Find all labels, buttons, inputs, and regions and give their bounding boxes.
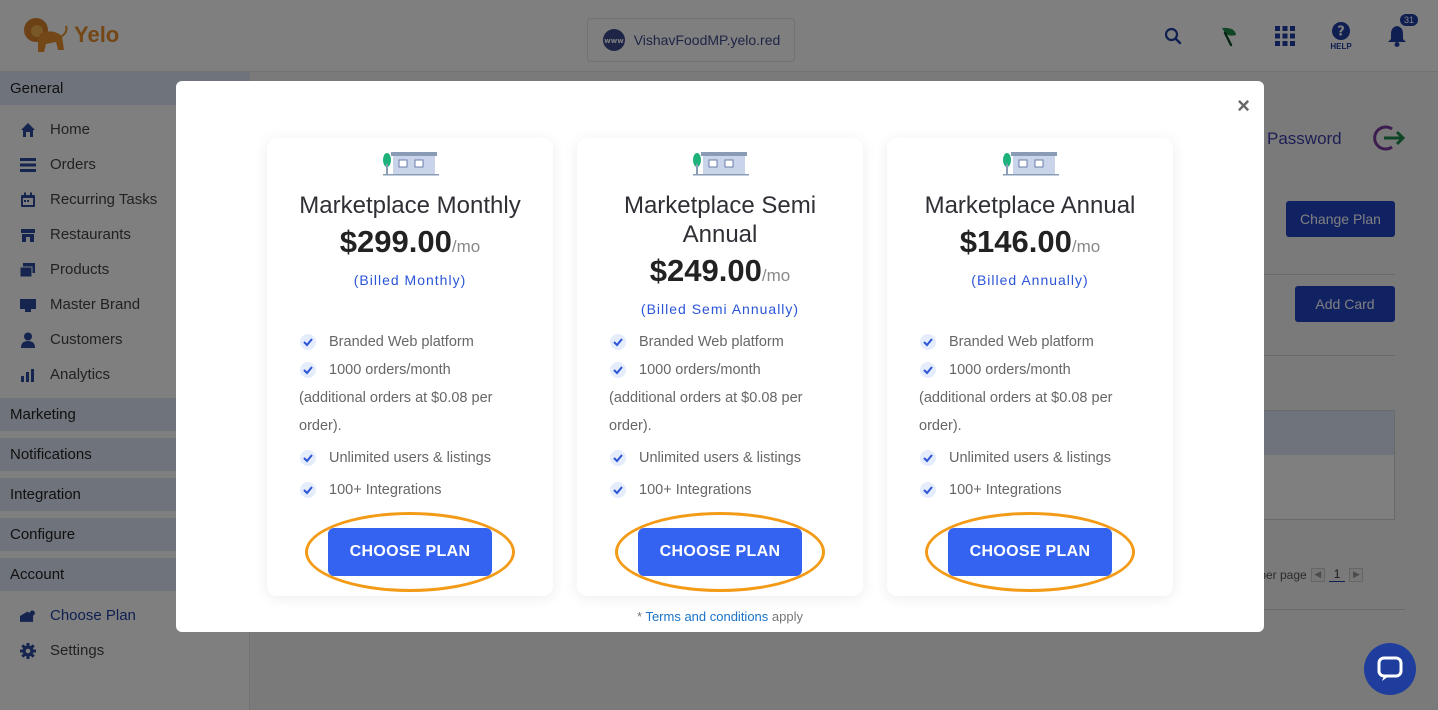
feature-item: 100+ Integrations xyxy=(609,476,839,504)
plan-period: /mo xyxy=(761,266,791,285)
feature-item: 1000 orders/month xyxy=(299,356,529,384)
cta-highlight: CHOOSE PLAN xyxy=(615,512,825,592)
feature-item: Branded Web platform xyxy=(919,328,1149,356)
check-icon xyxy=(919,328,949,356)
plan-price: $249.00/mo xyxy=(577,253,863,295)
plan-name: Marketplace Monthly xyxy=(299,192,521,219)
check-icon xyxy=(609,356,639,384)
feature-item: 1000 orders/month xyxy=(919,356,1149,384)
terms-note: * Terms and conditions apply xyxy=(176,609,1264,624)
feature-item: 100+ Integrations xyxy=(299,476,529,504)
check-icon xyxy=(919,356,949,384)
terms-and-conditions-link[interactable]: Terms and conditions xyxy=(645,609,768,624)
feature-note: (additional orders at $0.08 per order). xyxy=(609,390,803,434)
check-icon xyxy=(609,444,639,472)
cta-highlight: CHOOSE PLAN xyxy=(925,512,1135,592)
feature-item: Unlimited users & listings xyxy=(919,444,1149,472)
choose-plan-semi-annual-button[interactable]: CHOOSE PLAN xyxy=(638,528,802,576)
plan-price: $146.00/mo xyxy=(887,224,1173,266)
billing-cycle: (Billed Monthly) xyxy=(353,272,467,288)
plan-amount: $249.00 xyxy=(649,253,762,288)
plan-name: Marketplace Semi Annual xyxy=(623,192,817,248)
feature-item: Branded Web platform xyxy=(609,328,839,356)
billing-cycle: (Billed Annually) xyxy=(971,272,1089,288)
plan-period: /mo xyxy=(1071,237,1101,256)
plan-period: /mo xyxy=(451,237,481,256)
check-icon xyxy=(609,476,639,504)
feature-item: Unlimited users & listings xyxy=(609,444,839,472)
feature-note: (additional orders at $0.08 per order). xyxy=(299,390,493,434)
terms-suffix: apply xyxy=(768,609,803,624)
feature-item: 1000 orders/month xyxy=(609,356,839,384)
choose-plan-monthly-button[interactable]: CHOOSE PLAN xyxy=(328,528,492,576)
feature-item: 100+ Integrations xyxy=(919,476,1149,504)
storefront-illustration-icon xyxy=(693,152,749,176)
feature-note: (additional orders at $0.08 per order). xyxy=(919,390,1113,434)
chat-bubble-icon xyxy=(1377,656,1403,681)
feature-list: Branded Web platform 1000 orders/month (… xyxy=(609,328,839,504)
check-icon xyxy=(919,444,949,472)
feature-item: Unlimited users & listings xyxy=(299,444,529,472)
choose-plan-annual-button[interactable]: CHOOSE PLAN xyxy=(948,528,1112,576)
plan-price: $299.00/mo xyxy=(267,224,553,266)
check-icon xyxy=(299,444,329,472)
feature-item: Branded Web platform xyxy=(299,328,529,356)
check-icon xyxy=(299,476,329,504)
plan-amount: $299.00 xyxy=(339,224,452,259)
check-icon xyxy=(609,328,639,356)
plan-name: Marketplace Annual xyxy=(924,192,1136,219)
plan-amount: $146.00 xyxy=(959,224,1072,259)
feature-list: Branded Web platform 1000 orders/month (… xyxy=(299,328,529,504)
plan-card-semi-annual: Marketplace Semi Annual $249.00/mo (Bill… xyxy=(577,138,863,596)
check-icon xyxy=(919,476,949,504)
check-icon xyxy=(299,356,329,384)
storefront-illustration-icon xyxy=(1003,152,1059,176)
storefront-illustration-icon xyxy=(383,152,439,176)
chat-launcher-button[interactable] xyxy=(1364,643,1416,695)
choose-plan-modal: × Marketplace Monthly $299.00/mo (Billed… xyxy=(176,81,1264,632)
check-icon xyxy=(299,328,329,356)
close-modal-button[interactable]: × xyxy=(1237,95,1250,117)
cta-highlight: CHOOSE PLAN xyxy=(305,512,515,592)
feature-list: Branded Web platform 1000 orders/month (… xyxy=(919,328,1149,504)
plan-card-annual: Marketplace Annual $146.00/mo (Billed An… xyxy=(887,138,1173,596)
plan-card-monthly: Marketplace Monthly $299.00/mo (Billed M… xyxy=(267,138,553,596)
billing-cycle: (Billed Semi Annually) xyxy=(640,301,800,317)
